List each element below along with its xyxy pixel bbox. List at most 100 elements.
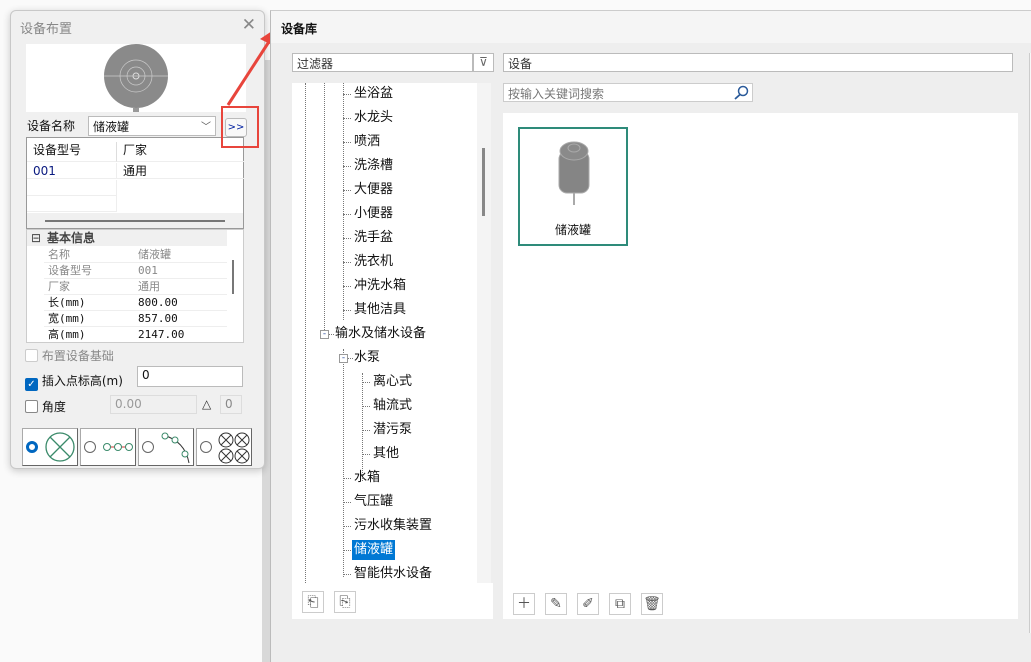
tree-item-selected[interactable]: 储液罐 (352, 540, 396, 560)
tree-item[interactable]: 水龙头 (354, 108, 393, 128)
tree-item[interactable]: 潜污泵 (373, 420, 412, 440)
prop-row[interactable]: 长(mm) 800.00 (44, 295, 227, 311)
export-icon[interactable]: ⎘ (334, 591, 356, 613)
tree-item[interactable]: 大便器 (354, 180, 393, 200)
delete-icon[interactable]: 🗑 (641, 593, 663, 615)
tree-item[interactable]: 输水及储水设备 (335, 324, 426, 344)
tree-item[interactable]: 洗手盆 (354, 228, 393, 248)
filter-input[interactable]: 过滤器 (292, 53, 473, 72)
tree-item[interactable]: 轴流式 (373, 396, 412, 416)
equipment-gallery: 储液罐 ＋ ✎ ✐ ⧉ 🗑 (503, 113, 1018, 619)
angle-input[interactable]: 0.00 (110, 395, 197, 414)
add-icon[interactable]: ＋ (513, 593, 535, 615)
tree-item[interactable]: 其他洁具 (354, 300, 406, 320)
tree-item[interactable]: 喷洒 (354, 132, 380, 152)
prop-row[interactable]: 厂家 通用 (44, 279, 227, 295)
checkbox-icon[interactable] (25, 349, 38, 362)
mode-line-button[interactable] (80, 428, 136, 466)
rename-icon[interactable]: ✐ (577, 593, 599, 615)
delta-icon: △ (202, 397, 212, 411)
tree-item[interactable]: 洗涤槽 (354, 156, 393, 176)
model-grid: 设备型号 厂家 001 通用 (26, 137, 244, 229)
check-icon[interactable]: ✓ (25, 378, 38, 391)
angle-checkbox[interactable]: 角度 (25, 398, 66, 415)
base-checkbox-label: 布置设备基础 (41, 349, 114, 363)
tree-item[interactable]: 水泵 (354, 348, 380, 368)
prop-row[interactable]: 设备型号 001 (44, 263, 227, 279)
delta-input[interactable]: 0 (220, 395, 242, 414)
grid-empty-cell (27, 196, 117, 212)
prop-row[interactable]: 宽(mm) 857.00 (44, 311, 227, 327)
linear-array-icon (103, 443, 133, 451)
tree-scroll-track[interactable] (477, 83, 491, 583)
prop-value: 800.00 (138, 296, 178, 309)
tree-item[interactable]: 冲洗水箱 (354, 276, 406, 296)
prop-key: 名称 (48, 248, 70, 261)
tree-item[interactable]: 水箱 (354, 468, 380, 488)
grid-cell-vendor[interactable]: 通用 (117, 163, 244, 179)
tree-toolbar: ⎗ ⎘ (292, 583, 493, 619)
equipment-preview (26, 44, 246, 113)
filter-icon[interactable]: ⊽ (473, 53, 494, 72)
property-grid: ⊟ 基本信息 名称 储液罐 设备型号 001 厂家 通用 长(mm) 800.00 宽(m… (26, 229, 244, 343)
chevron-down-icon: ﹀ (201, 122, 211, 133)
tank-3d-icon (558, 141, 590, 205)
copy-icon[interactable]: ⧉ (609, 593, 631, 615)
name-combo-value: 储液罐 (93, 120, 130, 134)
tree-item[interactable]: 其他 (373, 444, 399, 464)
grid-array-icon (218, 432, 250, 464)
arc-array-icon (161, 432, 190, 464)
radio[interactable] (142, 441, 154, 453)
collapse-icon[interactable]: - (339, 354, 348, 363)
mode-arc-button[interactable] (138, 428, 194, 466)
radio[interactable] (84, 441, 96, 453)
grid-header-model: 设备型号 (27, 142, 117, 162)
equipment-library-window: 设备库 过滤器 ⊽ 设备 按输入关键词搜索 - - 坐浴盆 水龙头 喷洒 洗涤槽… (270, 10, 1031, 662)
grid-hscrollbar[interactable] (27, 213, 243, 228)
insert-elevation-checkbox[interactable]: ✓ 插入点标高(m) (25, 372, 123, 391)
prop-value: 通用 (138, 280, 160, 293)
tree-item[interactable]: 污水收集装置 (354, 516, 432, 536)
mode-single-button[interactable] (22, 428, 78, 466)
window-title: 设备库 (281, 22, 318, 36)
tree-item[interactable]: 气压罐 (354, 492, 393, 512)
insert-elevation-input[interactable]: 0 (137, 366, 243, 387)
name-combo[interactable]: 储液罐 ﹀ (88, 116, 216, 136)
category-field[interactable]: 设备 (503, 53, 1013, 72)
collapse-icon[interactable]: - (320, 330, 329, 339)
tree-item[interactable]: 离心式 (373, 372, 412, 392)
prop-row[interactable]: 名称 储液罐 (44, 247, 227, 263)
prop-row[interactable]: 高(mm) 2147.00 (44, 327, 227, 342)
prop-key: 厂家 (48, 280, 70, 293)
dialog-title: 设备布置 (20, 22, 73, 37)
prop-key: 设备型号 (48, 264, 92, 277)
prop-vscrollbar[interactable] (232, 260, 234, 294)
equipment-card[interactable]: 储液罐 (518, 127, 628, 246)
tree-item[interactable]: 坐浴盆 (354, 84, 393, 104)
tree-item[interactable]: 洗衣机 (354, 252, 393, 272)
title-bar: 设备库 (271, 11, 1031, 43)
prop-value: 2147.00 (138, 328, 185, 341)
prop-key: 宽(mm) (48, 312, 86, 325)
prop-key: 高(mm) (48, 328, 86, 341)
name-label: 设备名称 (27, 119, 76, 133)
collapse-icon[interactable]: ⊟ (31, 230, 41, 246)
prop-value: 储液罐 (138, 248, 171, 261)
grid-cell-model[interactable]: 001 (27, 163, 117, 179)
radio[interactable] (200, 441, 212, 453)
tree-item[interactable]: 智能供水设备 (354, 564, 432, 583)
mode-grid-button[interactable] (196, 428, 252, 466)
import-icon[interactable]: ⎗ (302, 591, 324, 613)
base-checkbox[interactable]: 布置设备基础 (25, 347, 114, 364)
radio-selected[interactable] (26, 441, 38, 453)
search-icon[interactable] (733, 85, 749, 101)
single-point-icon (45, 432, 75, 462)
prop-group-header[interactable]: ⊟ 基本信息 (27, 230, 227, 246)
edit-icon[interactable]: ✎ (545, 593, 567, 615)
tank-plan-icon (104, 44, 168, 113)
angle-label: 角度 (41, 400, 66, 414)
checkbox-icon[interactable] (25, 400, 38, 413)
tree-item[interactable]: 小便器 (354, 204, 393, 224)
search-input[interactable]: 按输入关键词搜索 (503, 83, 753, 102)
equipment-card-label: 储液罐 (554, 223, 591, 237)
